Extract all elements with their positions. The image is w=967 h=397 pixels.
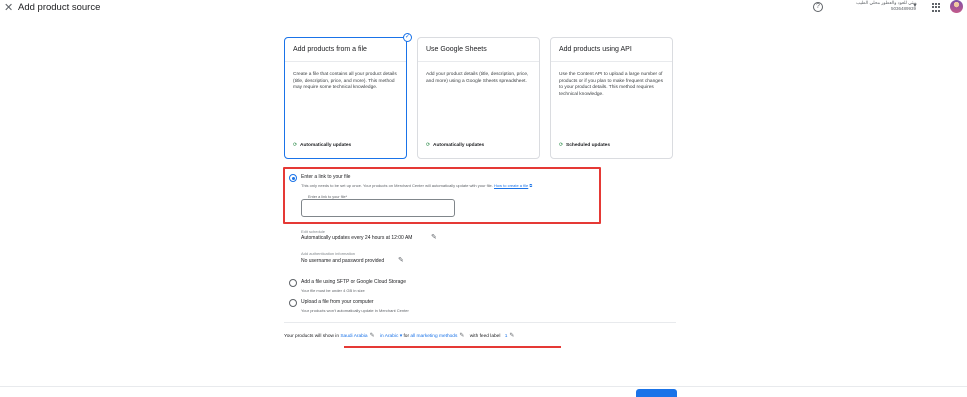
language-dropdown-icon[interactable]: ▾ xyxy=(400,334,402,339)
continue-button[interactable] xyxy=(636,389,677,397)
section-divider xyxy=(284,322,676,323)
open-in-new-icon: ⧉ xyxy=(529,183,533,188)
top-bar: ✕ Add product source ? بيتي للعود والعطو… xyxy=(0,0,967,16)
edit-country-pencil-icon[interactable]: ✎ xyxy=(370,333,375,339)
card-divider xyxy=(285,61,406,62)
page-title: Add product source xyxy=(18,2,101,13)
card-divider xyxy=(418,61,539,62)
card-google-sheets[interactable]: Use Google Sheets Add your product detai… xyxy=(417,37,540,159)
card-description: Add your product details (title, descrip… xyxy=(426,72,529,84)
footer-divider xyxy=(0,386,967,387)
file-link-input[interactable] xyxy=(301,199,455,217)
help-link[interactable]: How to create a file xyxy=(494,183,528,188)
account-switcher[interactable]: بيتي للعود والعطور محلي الطيب 5036489939 xyxy=(836,0,916,11)
auth-caption: Add authentication information xyxy=(301,251,356,256)
avatar[interactable] xyxy=(950,0,963,13)
close-icon[interactable]: ✕ xyxy=(4,1,13,14)
apps-grid-icon[interactable] xyxy=(932,3,941,12)
radio-link-file[interactable] xyxy=(289,174,297,182)
highlight-underline xyxy=(344,346,561,348)
option-sftp-label: Add a file using SFTP or Google Cloud St… xyxy=(301,279,406,285)
card-title: Use Google Sheets xyxy=(426,46,487,53)
sync-icon: ⟳ xyxy=(293,143,298,148)
edit-schedule-pencil-icon[interactable]: ✎ xyxy=(431,233,437,241)
option-upload-label: Upload a file from your computer xyxy=(301,299,374,305)
feed-label-prefix: with feed label xyxy=(469,334,501,339)
edit-auth-pencil-icon[interactable]: ✎ xyxy=(398,256,404,264)
country-link[interactable]: Saudi Arabia xyxy=(340,334,367,339)
option-link-label: Enter a link to your file xyxy=(301,174,351,180)
for-word: for xyxy=(403,334,410,339)
card-footer: ⟳ Scheduled updates xyxy=(559,143,610,148)
card-title: Add products from a file xyxy=(293,46,367,53)
card-divider xyxy=(551,61,672,62)
edit-feed-label-pencil-icon[interactable]: ✎ xyxy=(509,333,514,339)
option-sftp-description: Your file must be under 4 GB in size xyxy=(301,288,365,293)
auth-value: No username and password provided xyxy=(301,258,385,264)
card-footer: ⟳ Automatically updates xyxy=(426,143,484,148)
card-add-from-file[interactable]: ✓ Add products from a file Create a file… xyxy=(284,33,412,159)
language-link[interactable]: Arabic xyxy=(385,334,399,339)
option-link-description: This only needs to be set up once. Your … xyxy=(301,183,532,188)
edit-methods-pencil-icon[interactable]: ✎ xyxy=(459,333,464,339)
show-in-prefix: Your products will show in xyxy=(284,334,340,339)
check-icon: ✓ xyxy=(403,33,412,42)
sync-icon: ⟳ xyxy=(426,143,431,148)
card-description: Create a file that contains all your pro… xyxy=(293,72,397,91)
show-in-line: Your products will show in Saudi Arabia ✎… xyxy=(284,332,518,339)
card-footer: ⟳ Automatically updates xyxy=(293,143,351,148)
option-link-description-text: This only needs to be set up once. Your … xyxy=(301,183,493,188)
card-api[interactable]: Add products using API Use the Content A… xyxy=(550,37,673,159)
card-footer-label: Automatically updates xyxy=(433,143,485,148)
card-description: Use the Content API to upload a large nu… xyxy=(559,72,663,97)
feed-label-value[interactable]: 1 xyxy=(505,334,508,339)
schedule-caption: Edit schedule xyxy=(301,229,326,234)
in-word: in xyxy=(379,334,384,339)
marketing-methods-link[interactable]: all marketing methods xyxy=(410,334,457,339)
account-id: 5036489939 xyxy=(890,5,916,11)
radio-upload[interactable] xyxy=(289,299,297,307)
card-footer-label: Automatically updates xyxy=(300,143,352,148)
radio-sftp[interactable] xyxy=(289,279,297,287)
card-title: Add products using API xyxy=(559,46,632,53)
schedule-value: Automatically updates every 24 hours at … xyxy=(301,235,413,241)
help-icon[interactable]: ? xyxy=(813,2,823,12)
option-upload-description: Your products won't automatically update… xyxy=(301,308,409,313)
file-link-input-label: Enter a link to your file* xyxy=(306,195,350,199)
card-footer-label: Scheduled updates xyxy=(566,143,611,148)
chevron-down-icon[interactable]: ▼ xyxy=(912,3,918,9)
sync-icon: ⟳ xyxy=(559,143,564,148)
